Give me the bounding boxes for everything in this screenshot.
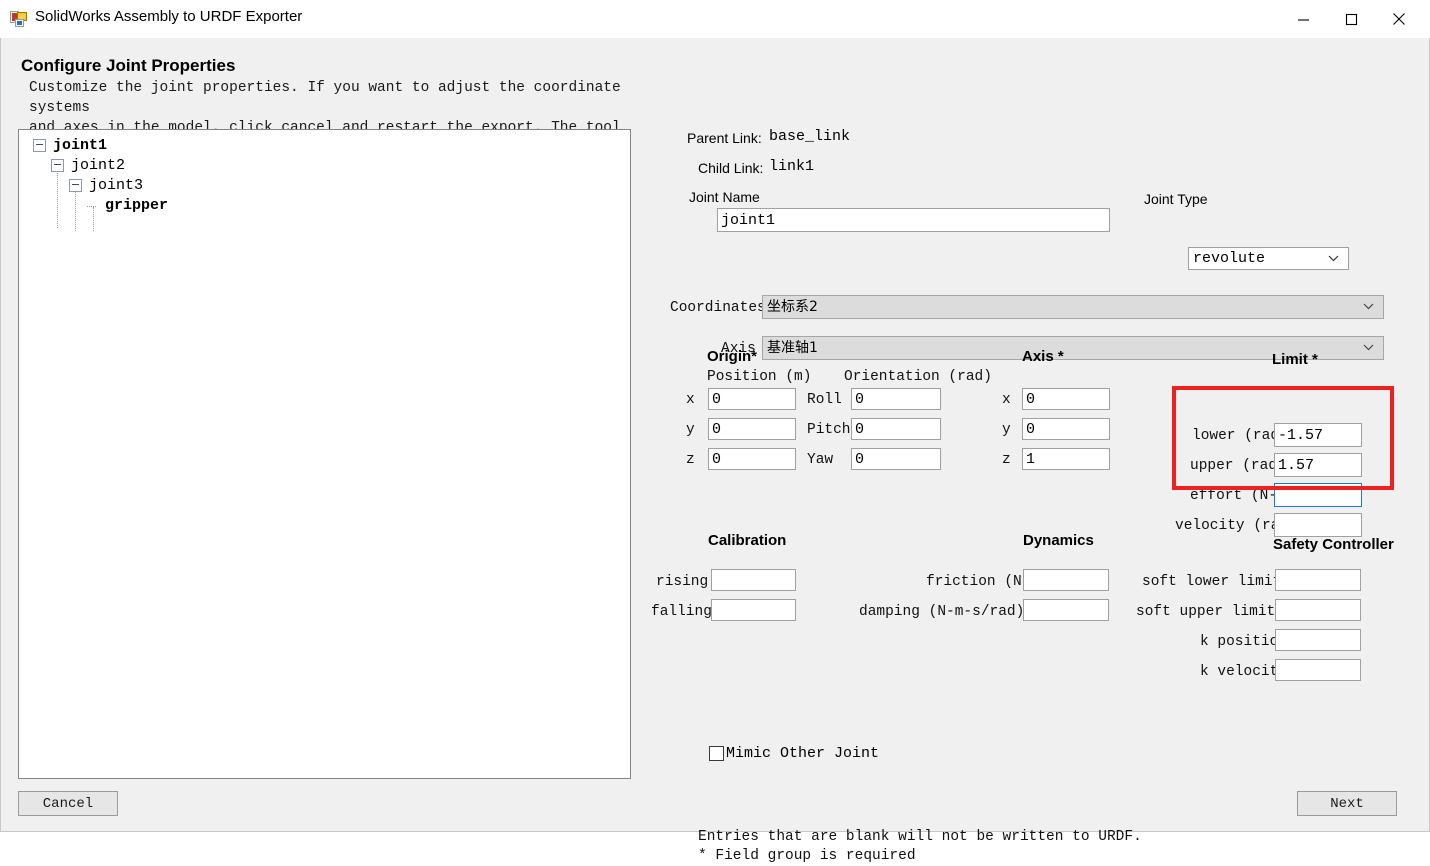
calibration-rising-label: rising xyxy=(656,574,709,590)
chevron-down-icon xyxy=(1328,250,1339,267)
client-area: Configure Joint Properties Customize the… xyxy=(0,38,1430,864)
parent-link-value: base_link xyxy=(769,128,851,145)
tree-item-label: joint3 xyxy=(89,177,144,194)
maximize-button[interactable] xyxy=(1328,0,1374,38)
tree-connector xyxy=(75,187,76,231)
safety-k-velocity-label: k velocity xyxy=(1200,664,1288,680)
axis-y-label: y xyxy=(1002,422,1011,438)
coordinates-value: 坐标系2 xyxy=(767,299,818,315)
dynamics-friction-input[interactable] xyxy=(1023,569,1109,591)
joint-name-label: Joint Name xyxy=(689,189,760,205)
dynamics-damping-label: damping (N-m-s/rad) xyxy=(859,604,1025,620)
window-title: SolidWorks Assembly to URDF Exporter xyxy=(35,8,303,25)
chevron-down-icon xyxy=(1363,340,1374,357)
joint-tree-panel[interactable]: joint1 joint2 joint3 gripper xyxy=(18,129,631,779)
tree-item-joint1[interactable]: joint1 xyxy=(33,138,107,153)
limit-heading: Limit * xyxy=(1272,351,1318,368)
yaw-label: Yaw xyxy=(807,452,834,468)
safety-k-position-input[interactable] xyxy=(1275,629,1361,651)
child-link-value: link1 xyxy=(769,158,815,175)
collapse-toggle-icon[interactable] xyxy=(51,159,64,172)
page-title: Configure Joint Properties xyxy=(21,56,236,75)
position-label: Position (m) xyxy=(707,369,812,385)
safety-k-position-label: k position xyxy=(1200,634,1288,650)
app-icon xyxy=(10,10,28,28)
tree-item-joint3[interactable]: joint3 xyxy=(69,178,143,193)
mimic-other-joint-checkbox[interactable] xyxy=(709,746,724,761)
joint-type-label: Joint Type xyxy=(1144,191,1208,207)
calibration-heading: Calibration xyxy=(708,532,787,549)
axis-z-label: z xyxy=(1002,452,1011,468)
axis-z-input[interactable] xyxy=(1022,448,1110,470)
axis-x-label: x xyxy=(1002,392,1011,408)
parent-link-label: Parent Link: xyxy=(687,130,762,146)
joint-type-value: revolute xyxy=(1193,250,1266,267)
close-icon xyxy=(1393,13,1405,25)
title-bar: SolidWorks Assembly to URDF Exporter xyxy=(0,0,1430,39)
coordinates-label: Coordinates xyxy=(670,300,766,316)
axis-x-input[interactable] xyxy=(1022,388,1110,410)
next-button[interactable]: Next xyxy=(1297,791,1397,816)
origin-heading: Origin* xyxy=(707,348,758,365)
minimize-button[interactable] xyxy=(1280,0,1326,38)
calibration-rising-input[interactable] xyxy=(711,569,796,591)
origin-roll-input[interactable] xyxy=(851,388,941,410)
collapse-toggle-icon[interactable] xyxy=(33,139,46,152)
coordinates-select[interactable]: 坐标系2 xyxy=(762,295,1384,319)
dynamics-heading: Dynamics xyxy=(1023,532,1094,549)
origin-position-z-input[interactable] xyxy=(708,448,796,470)
tree-connector xyxy=(57,166,58,228)
dynamics-damping-input[interactable] xyxy=(1023,599,1109,621)
safety-controller-heading: Safety Controller xyxy=(1273,536,1394,553)
pitch-label: Pitch xyxy=(807,422,851,438)
calibration-falling-label: falling xyxy=(651,604,712,620)
joint-name-input[interactable] xyxy=(717,208,1110,232)
child-link-label: Child Link: xyxy=(698,160,764,176)
tree-item-gripper[interactable]: gripper xyxy=(87,198,168,213)
limit-effort-input[interactable] xyxy=(1274,483,1362,507)
tree-item-label: gripper xyxy=(105,197,169,214)
origin-z-label: z xyxy=(686,452,695,468)
tree-item-joint2[interactable]: joint2 xyxy=(51,158,125,173)
axis-heading: Axis * xyxy=(1022,348,1064,365)
safety-soft-upper-label: soft upper limit xyxy=(1136,604,1276,620)
safety-k-velocity-input[interactable] xyxy=(1275,659,1361,681)
roll-label: Roll xyxy=(807,392,842,408)
chevron-down-icon xyxy=(1363,299,1374,316)
tree-item-label: joint2 xyxy=(71,157,126,174)
origin-position-y-input[interactable] xyxy=(708,418,796,440)
origin-yaw-input[interactable] xyxy=(851,448,941,470)
mimic-other-joint-row[interactable]: Mimic Other Joint xyxy=(709,745,879,762)
limit-velocity-input[interactable] xyxy=(1274,513,1362,537)
orientation-label: Orientation (rad) xyxy=(844,369,992,385)
joint-type-select[interactable]: revolute xyxy=(1188,247,1349,270)
axis-reference-value: 基准轴1 xyxy=(767,340,818,356)
origin-position-x-input[interactable] xyxy=(708,388,796,410)
safety-soft-lower-label: soft lower limit xyxy=(1142,574,1282,590)
close-button[interactable] xyxy=(1376,0,1422,38)
limit-upper-input[interactable] xyxy=(1274,453,1362,477)
axis-y-input[interactable] xyxy=(1022,418,1110,440)
minimize-icon xyxy=(1297,18,1309,21)
application-window: SolidWorks Assembly to URDF Exporter Con… xyxy=(0,0,1430,864)
safety-soft-lower-input[interactable] xyxy=(1275,569,1361,591)
cancel-button[interactable]: Cancel xyxy=(18,791,118,816)
collapse-toggle-icon[interactable] xyxy=(69,179,82,192)
safety-soft-upper-input[interactable] xyxy=(1275,599,1361,621)
tree-item-label: joint1 xyxy=(53,137,108,154)
tree-leaf-icon xyxy=(87,200,98,211)
origin-x-label: x xyxy=(686,392,695,408)
maximize-icon xyxy=(1345,13,1357,25)
limit-lower-input[interactable] xyxy=(1274,423,1362,447)
footer-note: Entries that are blank will not be writt… xyxy=(698,829,1142,864)
limit-upper-label: upper (rad) xyxy=(1190,458,1286,474)
origin-y-label: y xyxy=(686,422,695,438)
calibration-falling-input[interactable] xyxy=(711,599,796,621)
mimic-other-joint-label: Mimic Other Joint xyxy=(726,745,880,762)
origin-pitch-input[interactable] xyxy=(851,418,941,440)
